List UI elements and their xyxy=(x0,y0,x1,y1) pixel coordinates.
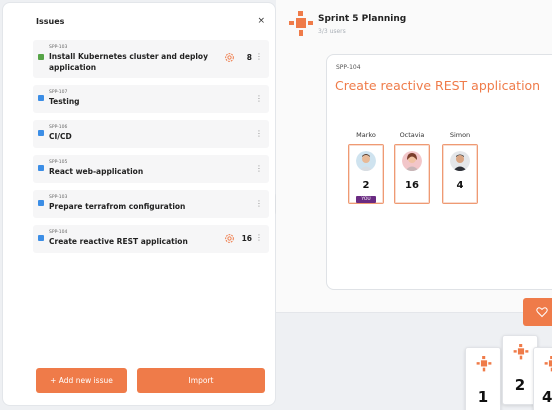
deck-card-value: 4 xyxy=(542,388,552,406)
issue-list: SPP-103 Install Kubernetes cluster and d… xyxy=(33,40,269,260)
more-vertical-icon[interactable]: ⋮ xyxy=(255,95,263,103)
more-vertical-icon[interactable]: ⋮ xyxy=(255,130,263,138)
app-logo-icon xyxy=(289,11,313,36)
task-icon xyxy=(38,165,44,171)
issue-card[interactable]: SPP-105 React web-application ⋮ xyxy=(33,155,269,183)
deck-card-value: 2 xyxy=(514,376,526,394)
issue-name: CI/CD xyxy=(49,132,72,141)
session-title: Sprint 5 Planning xyxy=(318,14,407,24)
current-issue-card: SPP-104 Create reactive REST application… xyxy=(326,54,552,290)
app-logo-icon xyxy=(544,356,552,372)
more-vertical-icon[interactable]: ⋮ xyxy=(255,53,263,61)
issues-panel-header: Issues × xyxy=(3,3,275,39)
issues-panel-footer: + Add new issue Import xyxy=(36,368,265,393)
voter: Octavia 16 xyxy=(393,131,431,204)
vote-card: 2 YOU xyxy=(348,144,384,204)
issue-card[interactable]: SPP-103 Install Kubernetes cluster and d… xyxy=(33,40,269,78)
task-icon xyxy=(38,95,44,101)
settings-icon xyxy=(225,53,234,62)
voter-name: Simon xyxy=(449,131,471,139)
vote-value: 4 xyxy=(456,180,464,191)
more-vertical-icon[interactable]: ⋮ xyxy=(255,165,263,173)
voter-name: Marko xyxy=(356,131,376,139)
issue-card[interactable]: SPP-106 CI/CD ⋮ xyxy=(33,120,269,148)
vote-card: 16 xyxy=(394,144,430,204)
reveal-votes-button[interactable] xyxy=(523,298,552,326)
voter: Marko 2 YOU xyxy=(347,131,385,204)
issue-card[interactable]: SPP-107 Testing ⋮ xyxy=(33,85,269,113)
more-vertical-icon[interactable]: ⋮ xyxy=(255,200,263,208)
issue-points: 16 xyxy=(241,234,252,243)
task-icon xyxy=(38,200,44,206)
avatar xyxy=(450,151,470,171)
deck-card-value: 1 xyxy=(477,388,489,406)
import-button[interactable]: Import xyxy=(137,368,265,393)
voter: Simon 4 xyxy=(441,131,479,204)
task-icon xyxy=(38,235,44,241)
more-vertical-icon[interactable]: ⋮ xyxy=(255,234,263,242)
heart-icon xyxy=(536,307,548,318)
session-users: 3/3 users xyxy=(318,28,346,35)
deck-card[interactable]: 1 xyxy=(465,347,501,410)
vote-card: 4 xyxy=(442,144,478,204)
add-issue-button[interactable]: + Add new issue xyxy=(36,368,127,393)
avatar xyxy=(356,151,376,171)
app-logo-icon xyxy=(513,344,529,360)
task-icon xyxy=(38,130,44,136)
issues-panel: Issues × SPP-103 Install Kubernetes clus… xyxy=(2,2,276,406)
current-issue-key: SPP-104 xyxy=(336,64,361,71)
issue-points: 8 xyxy=(246,53,252,62)
issue-name: Testing xyxy=(49,97,80,106)
story-icon xyxy=(38,54,44,60)
deck-card[interactable]: 4 xyxy=(533,347,552,410)
vote-value: 2 xyxy=(362,180,370,191)
issue-name: Install Kubernetes cluster and deploy ap… xyxy=(49,52,208,72)
app-logo-icon xyxy=(476,356,492,372)
current-issue-title: Create reactive REST application xyxy=(335,78,541,93)
avatar xyxy=(402,151,422,171)
divider xyxy=(276,312,552,313)
settings-icon xyxy=(225,234,234,243)
issues-panel-title: Issues xyxy=(36,16,65,26)
you-badge: YOU xyxy=(356,196,376,203)
voter-name: Octavia xyxy=(399,131,425,139)
issue-card[interactable]: SPP-104 Create reactive REST application… xyxy=(33,225,269,253)
issue-name: Prepare terrafrom configuration xyxy=(49,202,186,211)
issue-card[interactable]: SPP-103 Prepare terrafrom configuration … xyxy=(33,190,269,218)
issue-name: React web-application xyxy=(49,167,144,176)
vote-value: 16 xyxy=(405,180,419,191)
close-icon[interactable]: × xyxy=(257,16,265,26)
issue-name: Create reactive REST application xyxy=(49,237,188,246)
